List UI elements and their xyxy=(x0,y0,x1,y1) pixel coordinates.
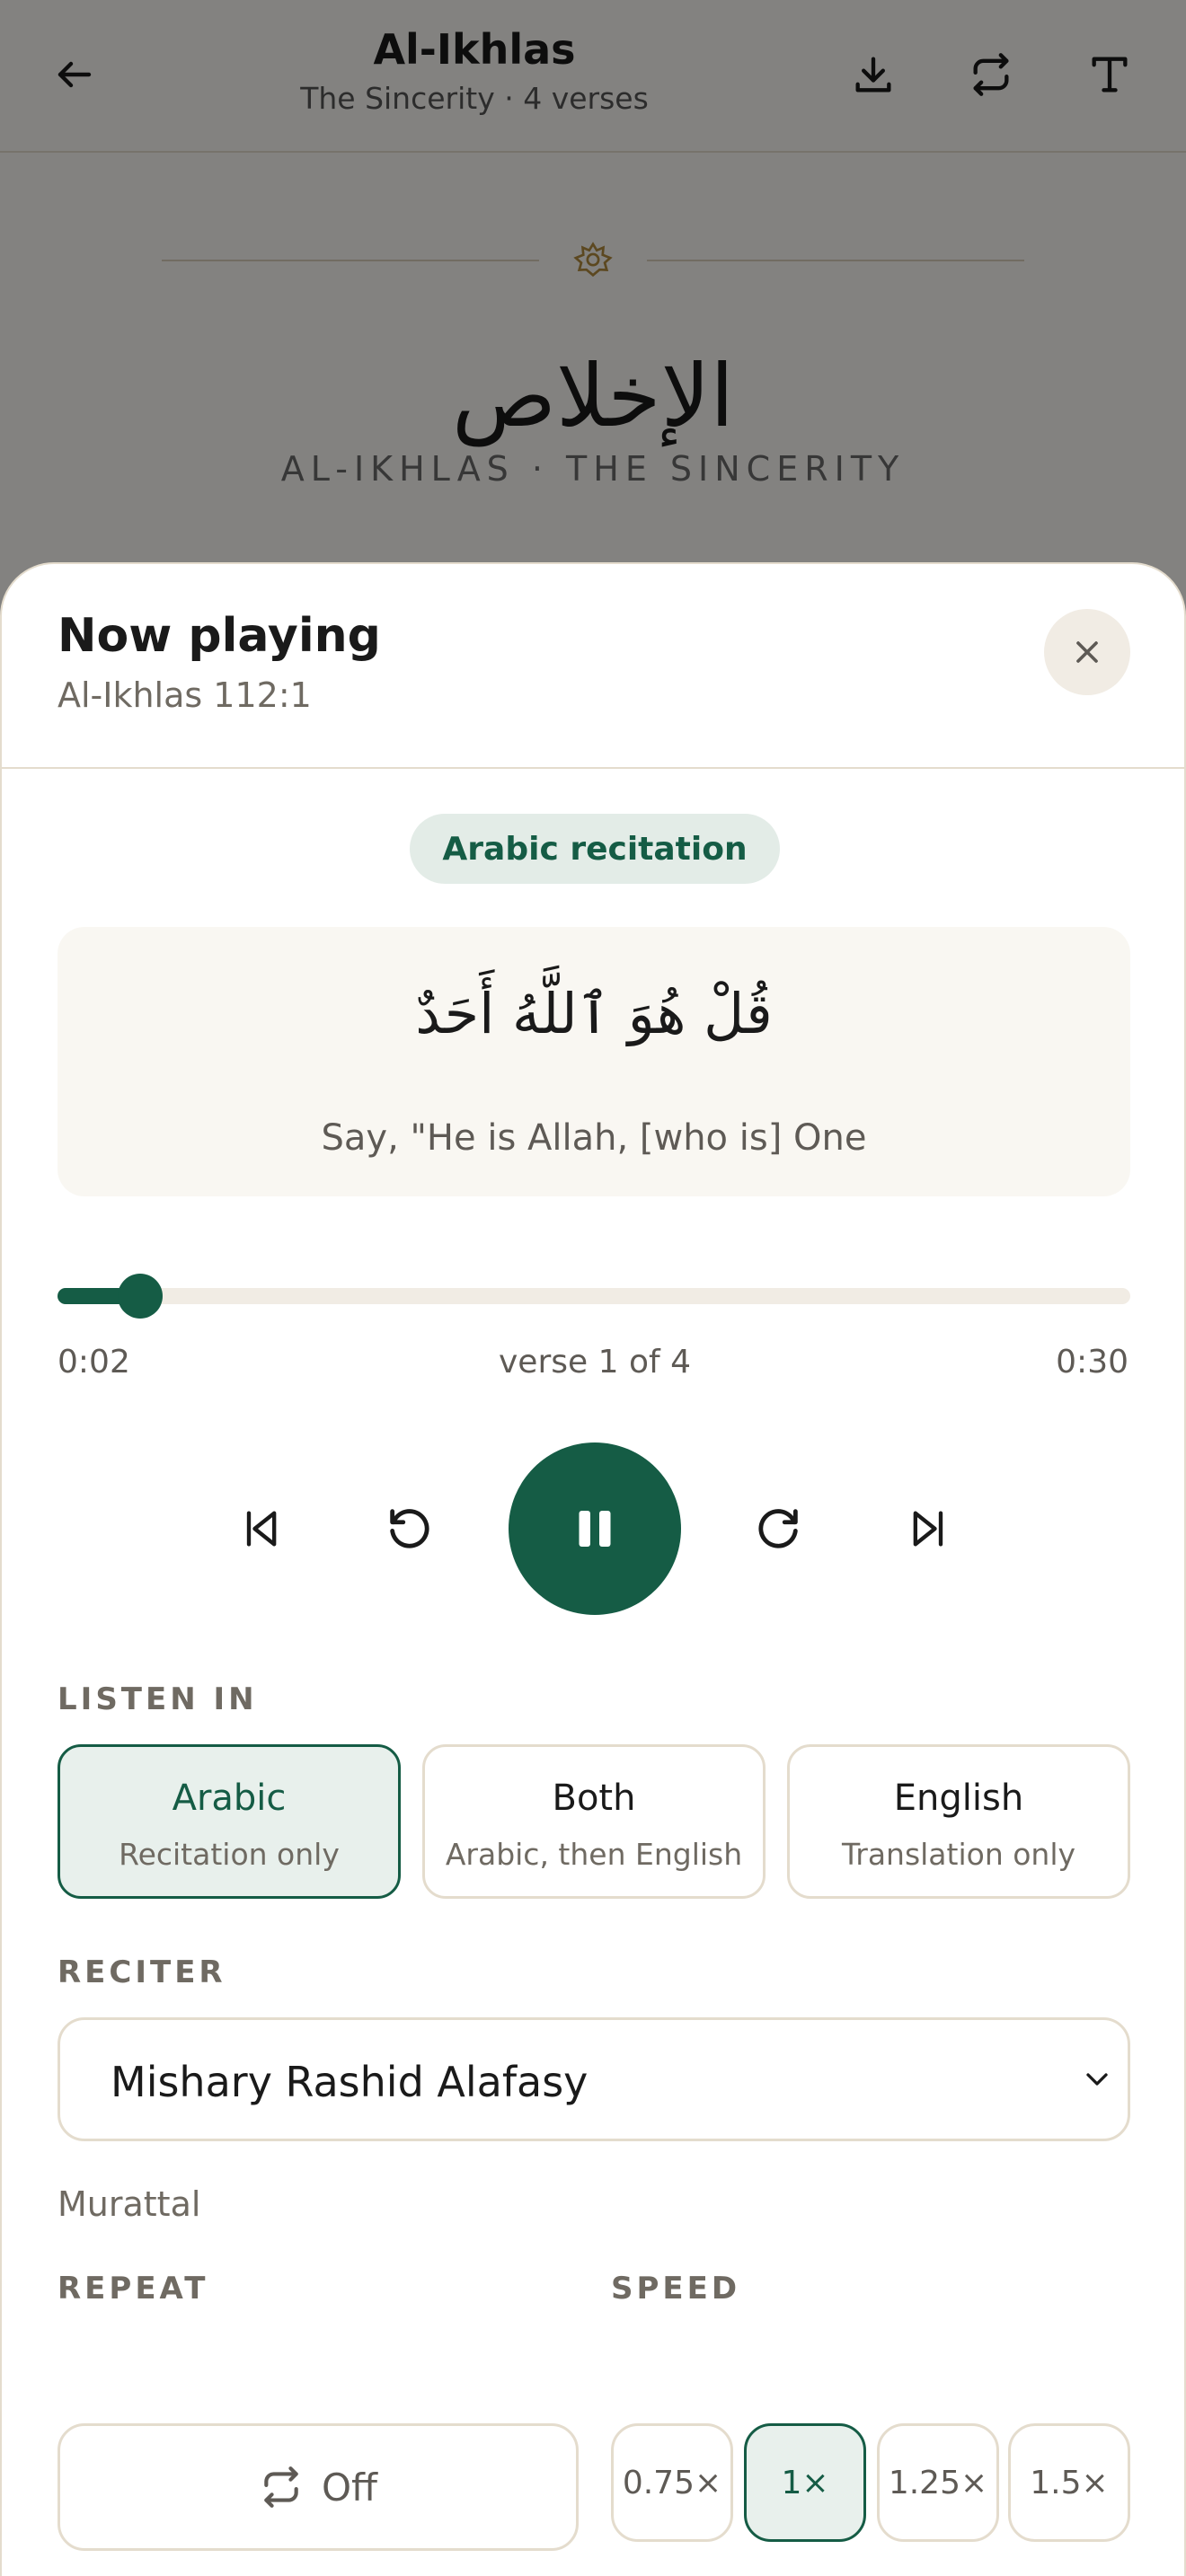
next-verse-button[interactable] xyxy=(893,1493,965,1565)
verse-arabic: قُلْ هُوَ ٱللَّهُ أَحَدٌ xyxy=(415,981,773,1046)
verse-card: قُلْ هُوَ ٱللَّهُ أَحَدٌ Say, "He is All… xyxy=(58,927,1130,1196)
verse-reference: Al-Ikhlas 112:1 xyxy=(58,675,312,715)
pause-button[interactable] xyxy=(509,1442,681,1615)
listen-option-desc: Arabic, then English xyxy=(445,1837,743,1872)
listen-option-desc: Recitation only xyxy=(119,1837,340,1872)
progress-thumb[interactable] xyxy=(117,1274,163,1319)
chevron-down-icon xyxy=(1086,2073,1108,2086)
sheet-header: Now playing Al-Ikhlas 112:1 xyxy=(2,564,1184,769)
skip-next-icon xyxy=(913,1511,943,1547)
repeat-button[interactable]: Off xyxy=(58,2423,579,2551)
skip-previous-icon xyxy=(246,1511,277,1547)
speed-option-selected[interactable]: 1× xyxy=(744,2423,866,2542)
listen-in-label: LISTEN IN xyxy=(58,1681,258,1717)
sheet-title: Now playing xyxy=(58,609,381,663)
close-icon xyxy=(1076,641,1098,663)
pause-icon xyxy=(579,1511,611,1547)
repeat-icon xyxy=(264,2466,298,2508)
listen-option-desc: Translation only xyxy=(841,1837,1076,1872)
listen-option-title: Both xyxy=(552,1778,636,1819)
speed-option[interactable]: 0.75× xyxy=(611,2423,733,2542)
forward-icon xyxy=(758,1509,798,1548)
verse-translation: Say, "He is Allah, [who is] One xyxy=(321,1117,867,1159)
listen-option-arabic[interactable]: Arabic Recitation only xyxy=(58,1744,401,1899)
recitation-style: Murattal xyxy=(58,2184,201,2224)
rewind-button[interactable] xyxy=(374,1493,446,1565)
reciter-value: Mishary Rashid Alafasy xyxy=(111,2058,589,2106)
forward-button[interactable] xyxy=(742,1493,814,1565)
repeat-label: REPEAT xyxy=(58,2271,209,2307)
speed-option[interactable]: 1.5× xyxy=(1008,2423,1130,2542)
listen-option-title: Arabic xyxy=(172,1778,287,1819)
time-total: 0:30 xyxy=(1056,1344,1128,1381)
speed-option[interactable]: 1.25× xyxy=(877,2423,999,2542)
close-button[interactable] xyxy=(1044,609,1130,695)
listen-option-title: English xyxy=(893,1778,1024,1819)
listen-option-both[interactable]: Both Arabic, then English xyxy=(422,1744,766,1899)
previous-verse-button[interactable] xyxy=(225,1493,296,1565)
progress-slider[interactable] xyxy=(58,1274,1130,1319)
now-playing-sheet: Now playing Al-Ikhlas 112:1 Arabic recit… xyxy=(0,562,1186,2576)
speed-label: SPEED xyxy=(611,2271,741,2307)
reciter-label: RECITER xyxy=(58,1954,226,1990)
verse-position: verse 1 of 4 xyxy=(499,1344,691,1381)
repeat-value: Off xyxy=(322,2465,377,2510)
reciter-select[interactable]: Mishary Rashid Alafasy xyxy=(58,2017,1130,2141)
listen-option-english[interactable]: English Translation only xyxy=(787,1744,1130,1899)
mode-chip: Arabic recitation xyxy=(410,814,780,884)
rewind-icon xyxy=(390,1509,429,1548)
